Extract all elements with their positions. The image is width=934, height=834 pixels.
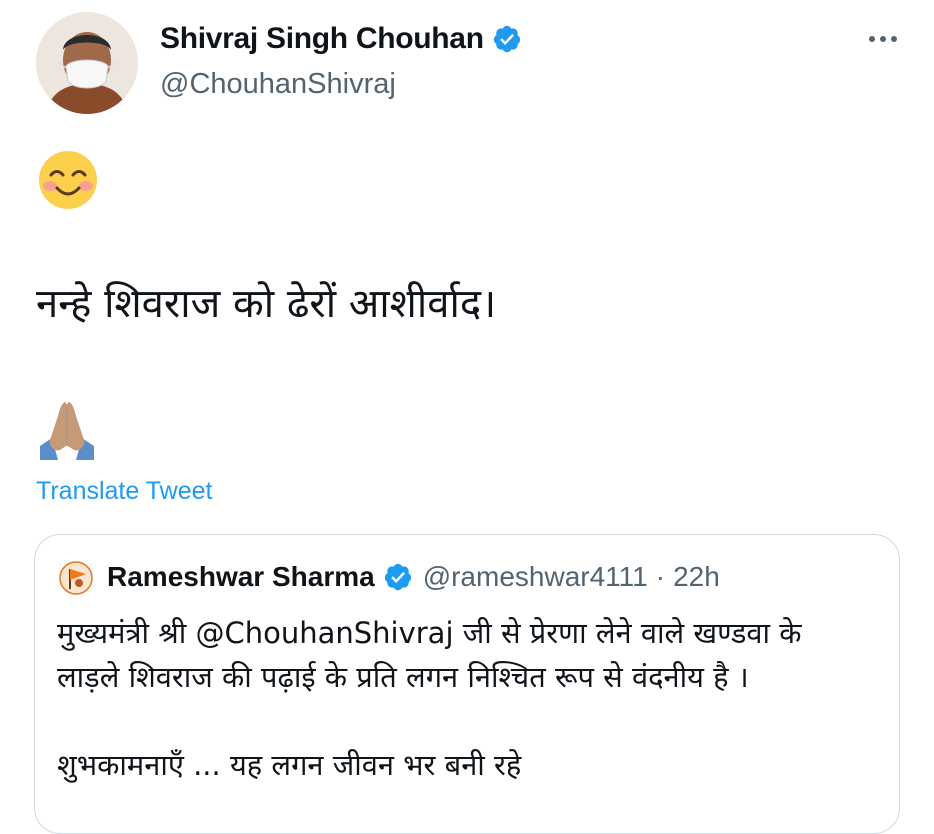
translate-tweet-link[interactable]: Translate Tweet bbox=[36, 477, 212, 506]
tweet-text: नन्हे शिवराज को ढेरों आशीर्वाद। bbox=[36, 281, 497, 327]
quoted-tweet-timestamp[interactable]: 22h bbox=[673, 561, 720, 593]
more-dot bbox=[891, 36, 897, 42]
author-name-row[interactable]: Shivraj Singh Chouhan bbox=[160, 22, 522, 56]
quoted-text-line: मुख्यमंत्री श्री @ChouhanShivraj जी से प… bbox=[57, 616, 802, 650]
more-options-icon[interactable] bbox=[858, 24, 908, 54]
verified-badge-icon bbox=[384, 563, 411, 591]
paragraph-break bbox=[57, 699, 887, 743]
author-handle[interactable]: @ChouhanShivraj bbox=[160, 68, 396, 101]
saffron-flag-avatar-icon bbox=[59, 561, 93, 595]
quoted-tweet-header: Rameshwar Sharma @rameshwar4111 · 22h bbox=[107, 561, 720, 593]
header-separator: · bbox=[655, 561, 666, 592]
quoted-author-avatar[interactable] bbox=[59, 561, 93, 595]
smiling-face-emoji-icon bbox=[39, 151, 97, 209]
more-dot bbox=[869, 36, 875, 42]
quoted-author-handle[interactable]: @rameshwar4111 bbox=[423, 561, 648, 593]
quoted-tweet-text: मुख्यमंत्री श्री @ChouhanShivraj जी से प… bbox=[57, 611, 887, 787]
profile-photo-icon bbox=[36, 12, 138, 114]
author-display-name[interactable]: Shivraj Singh Chouhan bbox=[160, 22, 484, 56]
author-avatar[interactable] bbox=[36, 12, 138, 114]
folded-hands-emoji-icon bbox=[40, 402, 94, 460]
quoted-text-line: लाड़ले शिवराज की पढ़ाई के प्रति लगन निश्… bbox=[57, 660, 749, 694]
quoted-tweet-card[interactable]: Rameshwar Sharma @rameshwar4111 · 22h मु… bbox=[34, 534, 900, 834]
verified-badge-icon bbox=[493, 25, 520, 53]
quoted-text-line: शुभकामनाएँ ... यह लगन जीवन भर बनी रहे bbox=[57, 748, 522, 782]
quoted-author-name[interactable]: Rameshwar Sharma bbox=[107, 561, 375, 593]
more-dot bbox=[880, 36, 886, 42]
